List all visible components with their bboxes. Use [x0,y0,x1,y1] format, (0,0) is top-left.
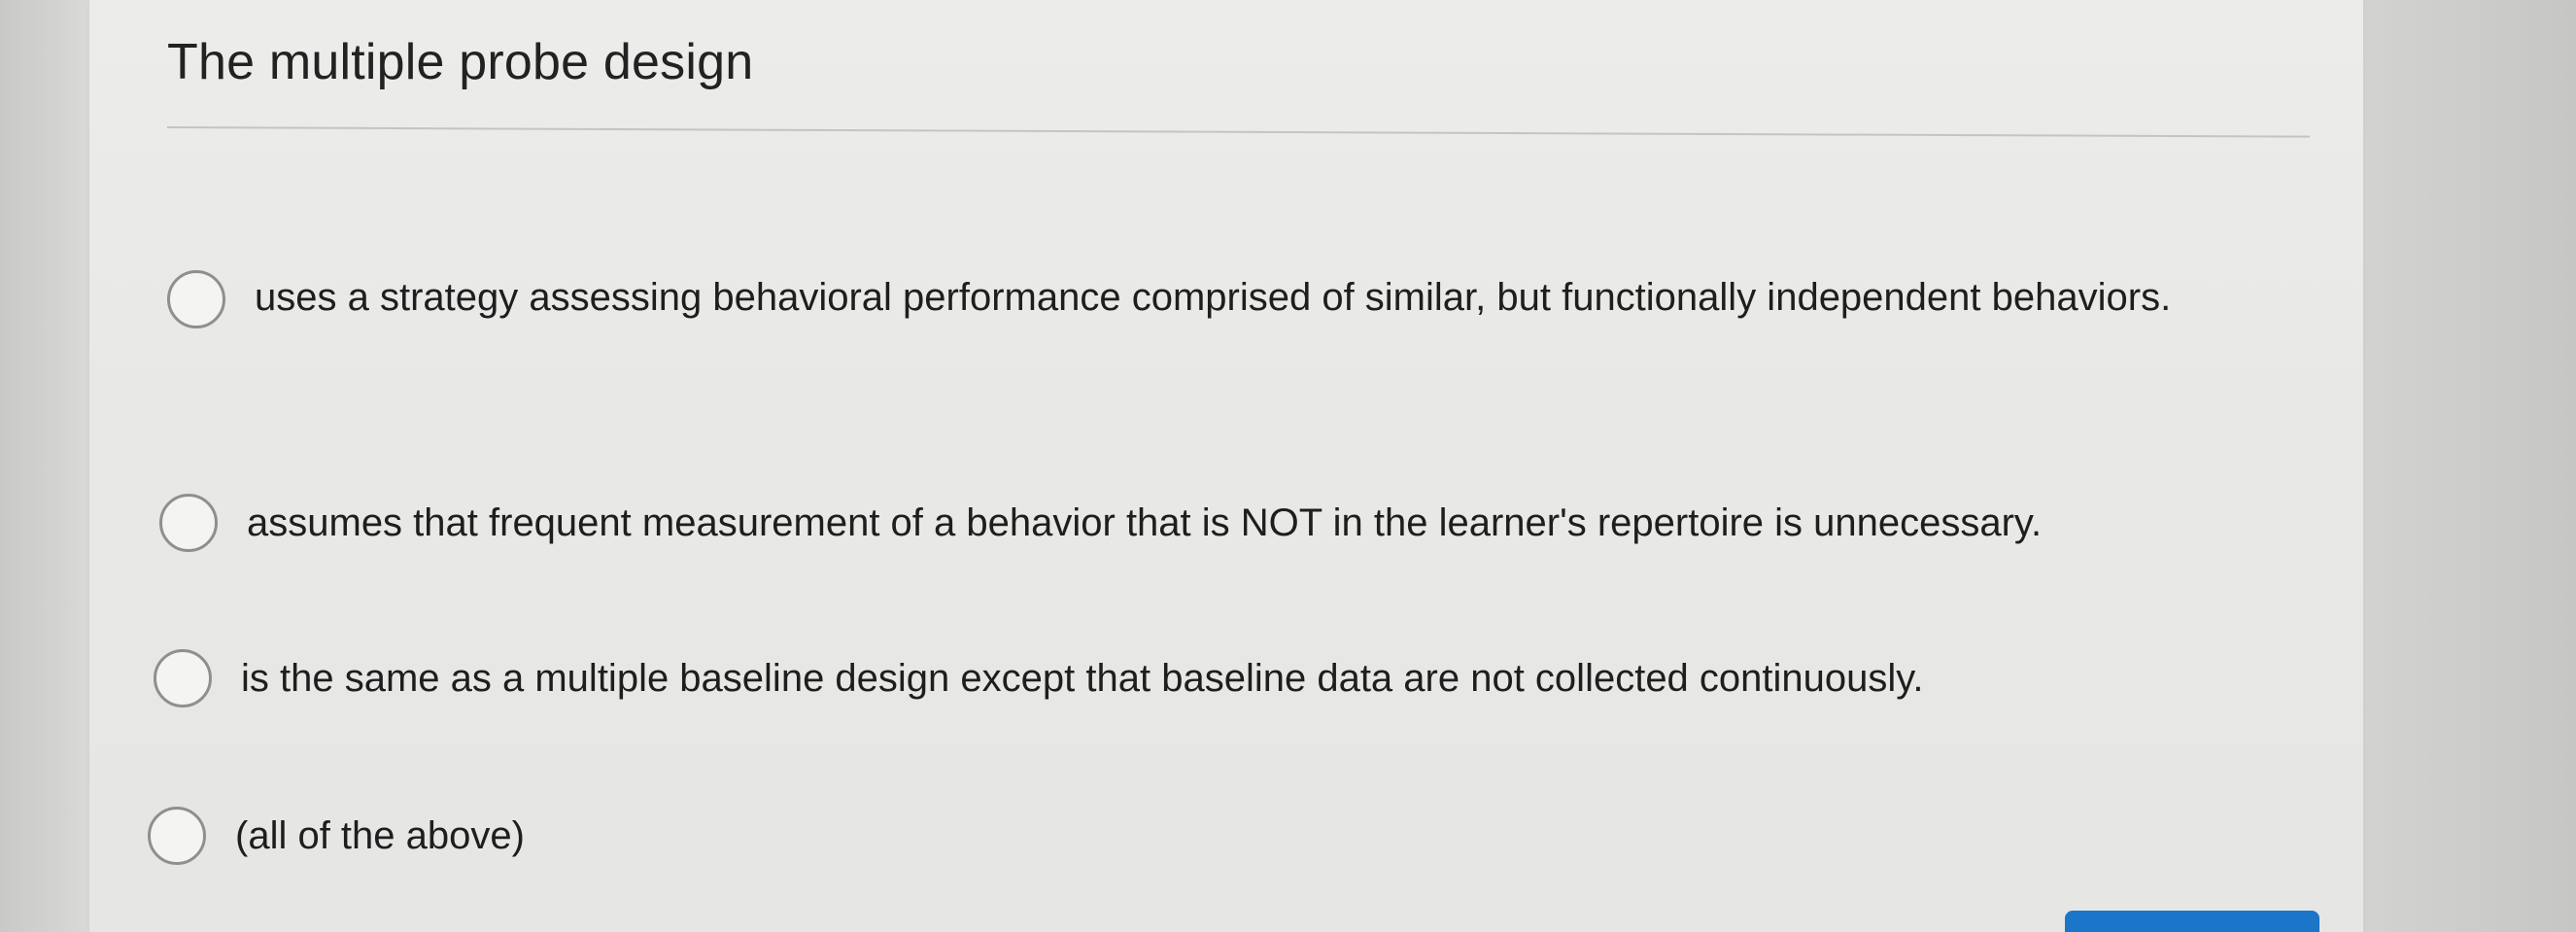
answer-option-4-label[interactable]: (all of the above) [235,807,2247,865]
submit-button[interactable] [2065,911,2319,932]
title-divider [166,126,2310,138]
answer-option-2-label[interactable]: assumes that frequent measurement of a b… [247,494,2258,552]
question-card: The multiple probe design uses a strateg… [89,0,2363,932]
radio-button-4[interactable] [148,807,206,865]
radio-button-1[interactable] [167,270,225,328]
answer-option-3[interactable]: is the same as a multiple baseline desig… [154,649,2252,708]
radio-button-3[interactable] [154,649,212,708]
answer-option-4[interactable]: (all of the above) [148,807,2247,865]
answer-option-2[interactable]: assumes that frequent measurement of a b… [159,494,2258,552]
radio-button-2[interactable] [159,494,218,552]
question-title: The multiple probe design [167,34,754,90]
answer-option-1-label[interactable]: uses a strategy assessing behavioral per… [255,268,2266,327]
answer-option-1[interactable]: uses a strategy assessing behavioral per… [167,270,2266,328]
answer-option-3-label[interactable]: is the same as a multiple baseline desig… [241,649,2252,708]
